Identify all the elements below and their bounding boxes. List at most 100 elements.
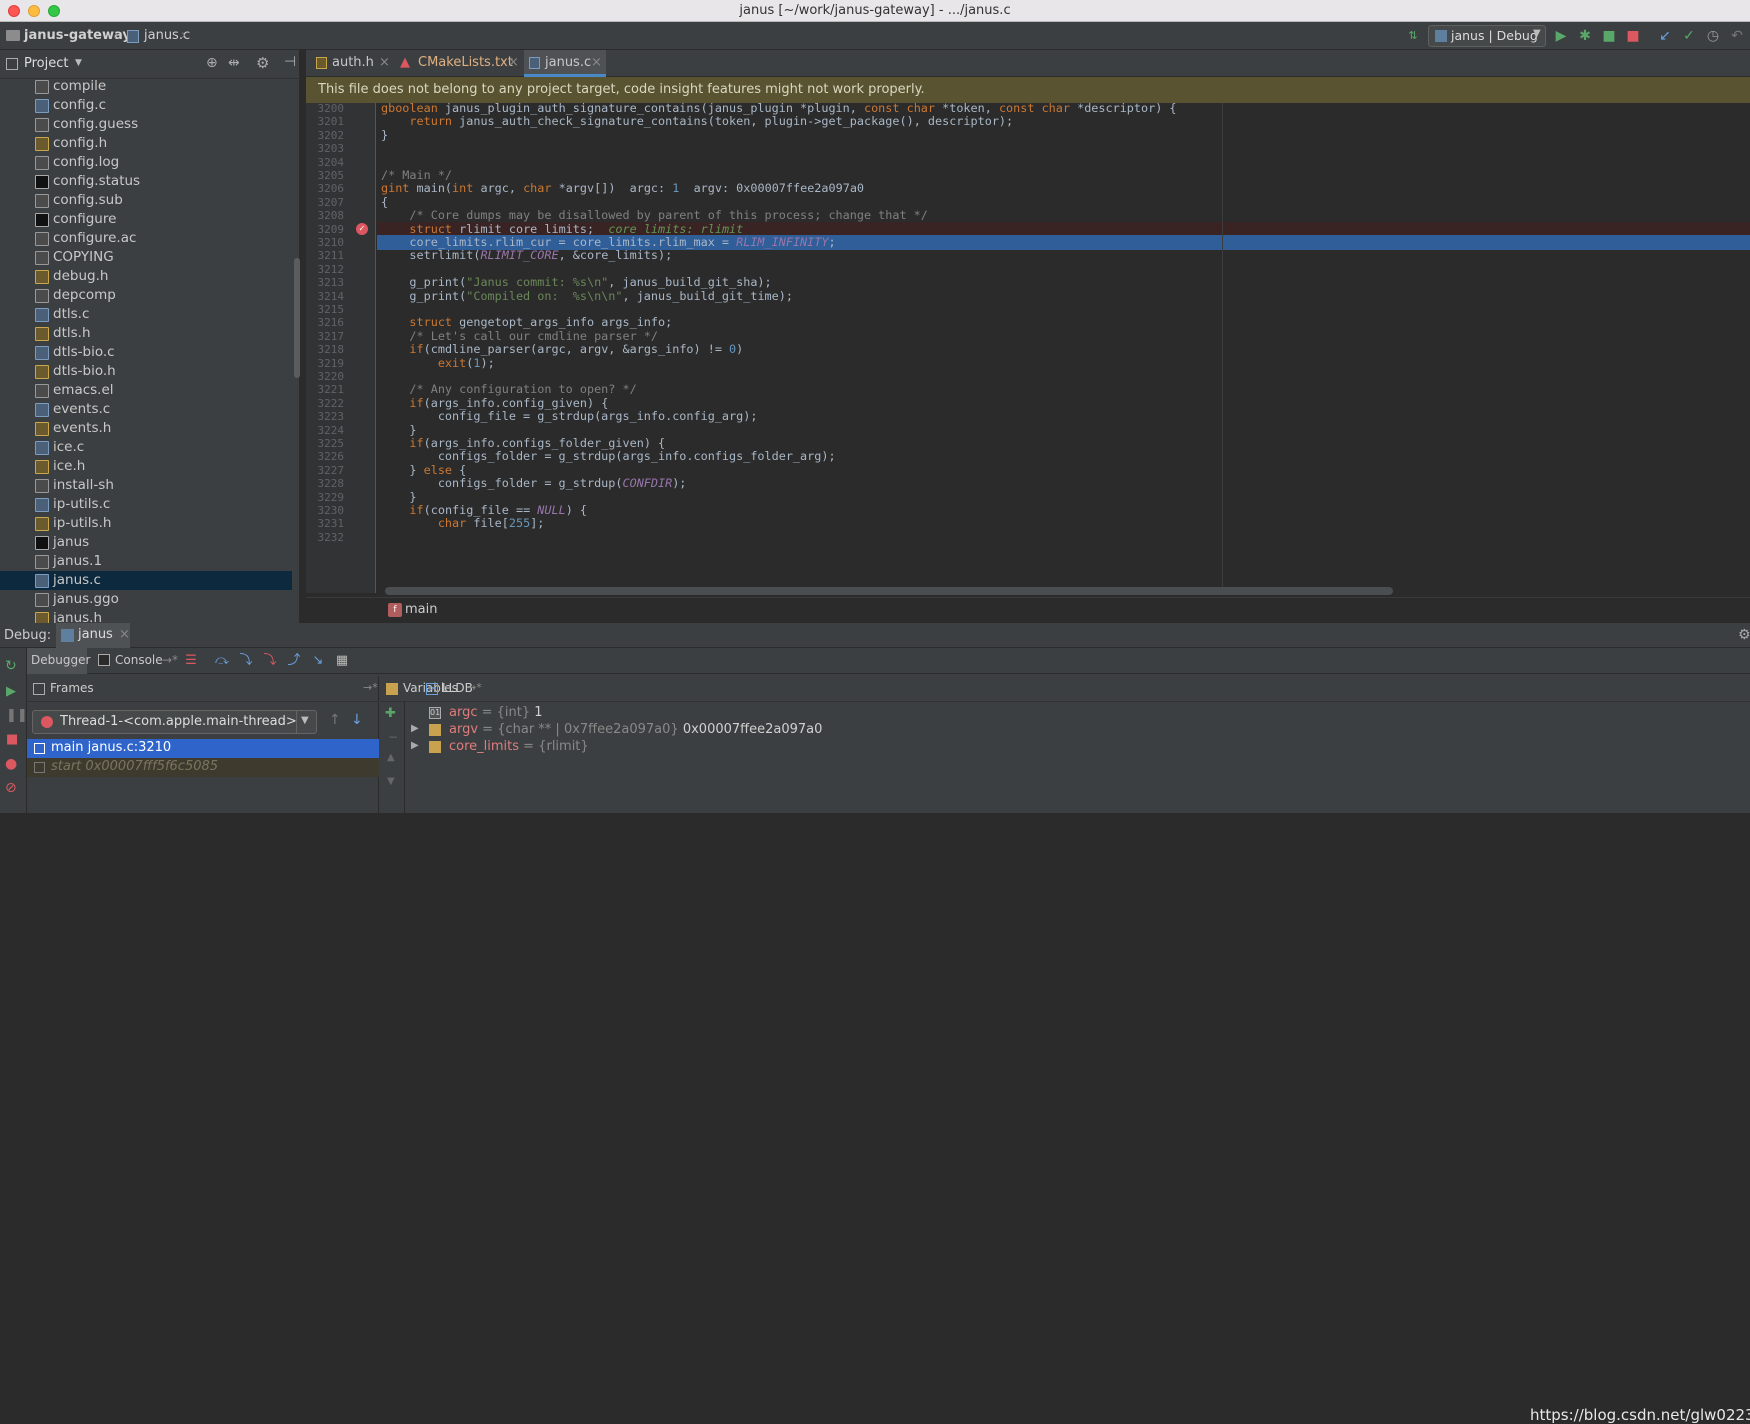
tree-item-file[interactable]: ice.h bbox=[0, 457, 292, 476]
step-into-icon[interactable]: ⤵ bbox=[237, 652, 255, 670]
tree-item-file[interactable]: config.h bbox=[0, 134, 292, 153]
tab-debugger[interactable]: Debugger bbox=[27, 648, 90, 674]
vcs-history-icon[interactable]: ◷ bbox=[1704, 27, 1722, 45]
tree-item-file[interactable]: ip-utils.c bbox=[0, 495, 292, 514]
vcs-commit-icon[interactable]: ✓ bbox=[1680, 27, 1698, 45]
tree-item-file[interactable]: config.status bbox=[0, 172, 292, 191]
tree-item-label: ip-utils.h bbox=[53, 515, 112, 531]
run-to-cursor-icon[interactable]: ↘ bbox=[309, 652, 327, 670]
pause-icon[interactable]: ❚❚ bbox=[6, 708, 28, 723]
view-breakpoints-icon[interactable]: ● bbox=[5, 756, 17, 772]
tab-console[interactable]: Console bbox=[115, 653, 163, 667]
gear-icon[interactable]: ⚙ bbox=[256, 54, 269, 72]
tree-item-file[interactable]: config.guess bbox=[0, 115, 292, 134]
thread-select[interactable]: Thread-1-<com.apple.main-thread> ▼ bbox=[32, 710, 317, 734]
frame-item[interactable]: main janus.c:3210 bbox=[27, 739, 379, 758]
stop-icon[interactable]: ■ bbox=[6, 732, 18, 747]
run-config-select[interactable]: janus | Debug ▼ bbox=[1428, 25, 1546, 47]
project-tree: compile config.c config.guess config.h confi… bbox=[0, 79, 292, 623]
tree-item-file[interactable]: emacs.el bbox=[0, 381, 292, 400]
tree-item-file[interactable]: configure.ac bbox=[0, 229, 292, 248]
arrow-down-icon[interactable]: ↓ bbox=[351, 712, 363, 728]
show-execution-point-icon[interactable]: ☰ bbox=[182, 652, 200, 670]
new-watch-icon[interactable]: ✚ bbox=[385, 706, 396, 721]
editor-gutter[interactable]: 3200 3201 3202 3203 3204 3205 3206 3207 3208 3209… bbox=[306, 102, 376, 593]
rerun-icon[interactable]: ↻ bbox=[5, 658, 17, 674]
tree-item-file[interactable]: config.log bbox=[0, 153, 292, 172]
expand-arrow-icon[interactable]: ▶ bbox=[411, 723, 419, 734]
c-file-icon bbox=[529, 57, 540, 69]
move-up-icon[interactable]: ▲ bbox=[387, 752, 395, 763]
tab-auth-h[interactable]: auth.h × bbox=[312, 50, 394, 77]
chevron-down-icon[interactable]: ▼ bbox=[75, 58, 82, 68]
force-step-into-icon[interactable]: ⤵ bbox=[261, 652, 279, 670]
tree-item-file[interactable]: debug.h bbox=[0, 267, 292, 286]
tree-item-file[interactable]: ip-utils.h bbox=[0, 514, 292, 533]
expand-arrow-icon[interactable]: ▶ bbox=[411, 740, 419, 751]
tab-debug-session[interactable]: janus × bbox=[56, 623, 130, 648]
editor-horizontal-scrollbar[interactable] bbox=[385, 587, 1393, 595]
pin-icon[interactable]: →* bbox=[363, 681, 378, 694]
tree-item-file[interactable]: configure bbox=[0, 210, 292, 229]
move-down-icon[interactable]: ▼ bbox=[387, 776, 395, 787]
remove-watch-icon[interactable]: − bbox=[388, 730, 398, 744]
editor-breadcrumb-function[interactable]: main bbox=[405, 602, 437, 617]
tree-item-file[interactable]: install-sh bbox=[0, 476, 292, 495]
tree-item-file[interactable]: dtls-bio.h bbox=[0, 362, 292, 381]
tree-item-file[interactable]: compile bbox=[0, 79, 292, 96]
tree-item-file[interactable]: janus.1 bbox=[0, 552, 292, 571]
tree-item-file[interactable]: janus.c bbox=[0, 571, 292, 590]
pin-icon[interactable]: →* bbox=[467, 681, 482, 694]
tree-item-file[interactable]: events.c bbox=[0, 400, 292, 419]
tree-item-file[interactable]: events.h bbox=[0, 419, 292, 438]
close-icon[interactable]: × bbox=[119, 627, 130, 642]
close-icon[interactable]: × bbox=[379, 55, 390, 70]
frame-item[interactable]: start 0x00007fff5f6c5085 bbox=[27, 758, 379, 777]
arrow-up-icon[interactable]: ↑ bbox=[329, 712, 341, 728]
tree-item-file[interactable]: config.sub bbox=[0, 191, 292, 210]
project-view-title[interactable]: Project bbox=[24, 56, 68, 71]
step-over-icon[interactable]: ⤼ bbox=[213, 652, 231, 670]
step-out-icon[interactable]: ⤴ bbox=[285, 652, 303, 670]
tree-item-file[interactable]: dtls-bio.c bbox=[0, 343, 292, 362]
close-icon[interactable]: × bbox=[591, 55, 602, 70]
gear-icon[interactable]: ⚙ bbox=[1738, 627, 1750, 643]
mute-breakpoints-icon[interactable]: ⊘ bbox=[5, 780, 17, 796]
tree-item-file[interactable]: janus.ggo bbox=[0, 590, 292, 609]
tab-janus-c[interactable]: janus.c × bbox=[524, 50, 606, 77]
tree-item-file[interactable]: COPYING bbox=[0, 248, 292, 267]
close-icon[interactable]: × bbox=[508, 55, 519, 70]
run-icon[interactable]: ▶ bbox=[1552, 27, 1570, 45]
run-coverage-icon[interactable]: ■ bbox=[1600, 27, 1618, 45]
hide-panel-icon[interactable]: ⊣ bbox=[284, 54, 296, 70]
tree-item-file[interactable]: config.c bbox=[0, 96, 292, 115]
code-line[interactable] bbox=[377, 530, 1750, 545]
tree-item-file[interactable]: janus.h bbox=[0, 609, 292, 623]
revert-icon[interactable]: ↶ bbox=[1728, 27, 1746, 45]
evaluate-expression-icon[interactable]: ▦ bbox=[333, 652, 351, 670]
breakpoint-icon[interactable]: ✓ bbox=[356, 222, 368, 235]
resume-icon[interactable]: ▶ bbox=[6, 684, 16, 699]
line-number: 3224 bbox=[317, 423, 345, 437]
debug-icon[interactable]: ✱ bbox=[1576, 27, 1594, 45]
tree-item-label: dtls.c bbox=[53, 306, 90, 322]
tree-item-file[interactable]: depcomp bbox=[0, 286, 292, 305]
stop-icon[interactable]: ■ bbox=[1624, 27, 1642, 45]
line-number: 3202 bbox=[317, 128, 345, 142]
project-tree-scrollbar[interactable] bbox=[294, 258, 300, 378]
variable-row[interactable]: ▶ core_limits = {rlimit} bbox=[405, 738, 1750, 757]
vcs-update-icon[interactable]: ↙ bbox=[1656, 27, 1674, 45]
tree-item-file[interactable]: dtls.c bbox=[0, 305, 292, 324]
pin-icon[interactable]: →* bbox=[162, 653, 178, 667]
locate-icon[interactable]: ⊕ bbox=[206, 55, 218, 71]
tree-item-file[interactable]: janus bbox=[0, 533, 292, 552]
code-editor[interactable]: gboolean janus_plugin_auth_signature_con… bbox=[377, 103, 1750, 593]
tree-item-file[interactable]: ice.c bbox=[0, 438, 292, 457]
tree-item-label: compile bbox=[53, 79, 107, 94]
tab-cmakelists[interactable]: ▲ CMakeLists.txt × bbox=[396, 50, 522, 77]
build-icon[interactable]: ⇅ bbox=[1404, 27, 1422, 45]
variable-type: = {rlimit} bbox=[523, 739, 589, 754]
collapse-all-icon[interactable]: ⇹ bbox=[228, 55, 240, 71]
tab-label: janus.c bbox=[545, 55, 592, 70]
tree-item-file[interactable]: dtls.h bbox=[0, 324, 292, 343]
